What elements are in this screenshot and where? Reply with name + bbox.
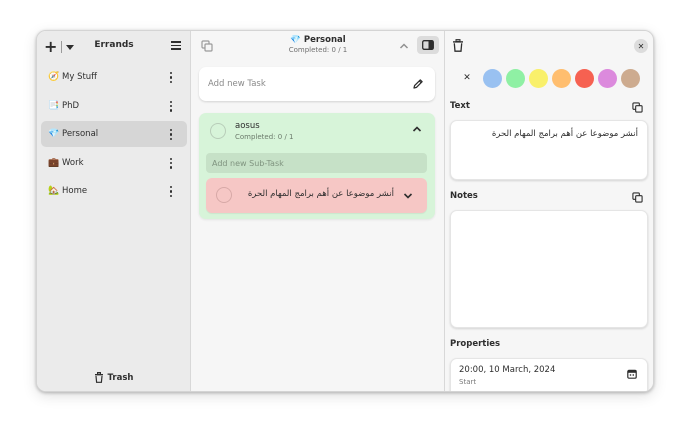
sidebar-item-label: Home	[62, 186, 88, 196]
color-swatch-purple[interactable]	[598, 68, 617, 88]
trash-button[interactable]: Trash	[37, 372, 190, 383]
scroll-up-icon[interactable]	[399, 41, 409, 51]
color-swatch-yellow[interactable]	[529, 68, 548, 88]
sidebar-item-phd[interactable]: 📑 PhD	[41, 93, 187, 119]
bookmark-tabs-icon: 📑	[48, 100, 60, 111]
gem-icon: 💎	[290, 35, 301, 45]
trash-label: Trash	[107, 372, 134, 383]
delete-task-icon[interactable]	[452, 39, 464, 52]
subtask-card[interactable]: أنشر موضوعا عن أهم برامج المهام الحرة	[206, 178, 427, 213]
list-options-icon[interactable]	[170, 100, 173, 112]
sidebar-toggle-icon	[422, 40, 434, 50]
task-title: aosus	[235, 121, 260, 131]
add-subtask-input[interactable]	[206, 153, 427, 173]
gem-icon: 💎	[48, 129, 60, 139]
add-list-button[interactable]: +	[44, 38, 74, 56]
house-icon: 🏡	[48, 186, 60, 196]
notes-box	[450, 210, 648, 328]
task-text-input[interactable]: أنشر موضوعا عن أهم برامج المهام الحرة	[451, 121, 647, 179]
task-completed-count: Completed: 0 / 1	[235, 133, 294, 141]
calendar-icon	[627, 369, 637, 379]
color-swatch-blue[interactable]	[483, 68, 502, 88]
copy-icon[interactable]	[632, 192, 643, 203]
compass-icon: 🧭	[48, 72, 60, 82]
start-date-value: 20:00, 10 March, 2024	[459, 365, 556, 375]
sidebar-item-label: Personal	[62, 129, 99, 139]
collapse-icon[interactable]	[412, 125, 422, 133]
color-picker: ✕	[460, 67, 644, 89]
list-title-block: 💎 Personal Completed: 0 / 1	[251, 35, 385, 54]
dropdown-arrow-icon[interactable]	[66, 44, 74, 50]
copy-icon[interactable]	[632, 102, 643, 113]
sidebar-item-home[interactable]: 🏡 Home	[41, 178, 187, 204]
task-lists: 🧭 My Stuff 📑 PhD 💎 Personal 💼 Work 🏡 Hom…	[41, 64, 187, 207]
pencil-icon[interactable]	[412, 78, 424, 90]
task-list-pane: 💎 Personal Completed: 0 / 1 aosus	[191, 31, 445, 391]
sidebar-item-label: PhD	[62, 100, 80, 111]
notes-section-label: Notes	[450, 191, 478, 201]
hamburger-menu-icon[interactable]	[171, 41, 181, 50]
close-button[interactable]: ✕	[634, 39, 648, 53]
sidebar-item-work[interactable]: 💼 Work	[41, 150, 187, 176]
add-task-input[interactable]	[199, 67, 435, 101]
close-icon: ✕	[637, 41, 645, 51]
sidebar-item-label: Work	[62, 157, 84, 168]
task-card[interactable]: aosus Completed: 0 / 1 أنشر موضوعا عن أه…	[199, 113, 435, 219]
task-checkbox[interactable]	[210, 123, 226, 139]
task-notes-input[interactable]	[451, 211, 647, 327]
task-details-panel: ✕ ✕ Text أنشر موضوعا عن أهم برامج المهام…	[445, 31, 653, 391]
completed-count: Completed: 0 / 1	[288, 46, 348, 54]
plus-icon: +	[44, 37, 58, 56]
sidebar: + Errands 🧭 My Stuff 📑 PhD 💎 Personal 💼 …	[37, 31, 191, 391]
expand-icon[interactable]	[403, 192, 413, 200]
trash-icon	[94, 372, 103, 383]
toggle-sidebar-button[interactable]	[417, 36, 439, 54]
list-options-icon[interactable]	[170, 157, 173, 169]
text-box: أنشر موضوعا عن أهم برامج المهام الحرة	[450, 120, 648, 180]
list-options-icon[interactable]	[170, 72, 173, 83]
start-date-label: Start	[459, 378, 477, 386]
color-swatch-green[interactable]	[506, 68, 525, 88]
sidebar-item-personal[interactable]: 💎 Personal	[41, 121, 187, 147]
briefcase-icon: 💼	[48, 157, 60, 168]
subtask-checkbox[interactable]	[216, 187, 232, 203]
add-subtask-entry	[206, 153, 427, 173]
list-options-icon[interactable]	[170, 129, 173, 140]
color-swatch-red[interactable]	[575, 68, 594, 88]
sidebar-title: Errands	[94, 40, 134, 50]
app-window: + Errands 🧭 My Stuff 📑 PhD 💎 Personal 💼 …	[36, 30, 654, 392]
sidebar-header: + Errands	[37, 31, 190, 63]
add-task-entry	[199, 67, 435, 101]
color-swatch-orange[interactable]	[552, 68, 571, 88]
sidebar-item-label: My Stuff	[62, 72, 98, 82]
text-section-label: Text	[450, 101, 470, 111]
clear-color-icon[interactable]: ✕	[460, 73, 474, 83]
start-date-row[interactable]: 20:00, 10 March, 2024 Start	[450, 358, 648, 391]
properties-section-label: Properties	[450, 339, 501, 349]
task-list-header: 💎 Personal Completed: 0 / 1	[191, 31, 444, 63]
sidebar-item-my-stuff[interactable]: 🧭 My Stuff	[41, 64, 187, 90]
color-swatch-brown[interactable]	[621, 68, 640, 88]
copy-icon[interactable]	[201, 40, 213, 52]
page-title: Personal	[303, 35, 346, 45]
list-options-icon[interactable]	[170, 186, 173, 197]
subtask-title: أنشر موضوعا عن أهم برامج المهام الحرة	[247, 189, 394, 199]
split-separator	[61, 41, 62, 53]
